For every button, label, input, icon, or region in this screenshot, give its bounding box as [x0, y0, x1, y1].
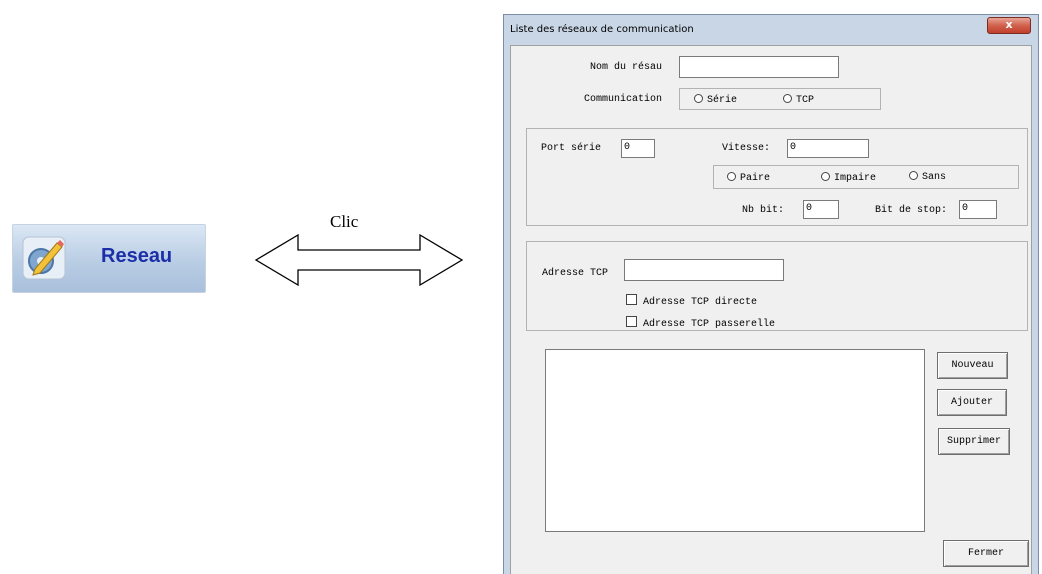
radio-tcp-label: TCP [796, 95, 815, 106]
close-icon: x [1005, 18, 1013, 31]
double-arrow-icon [254, 233, 464, 287]
check-tcp-directe-label: Adresse TCP directe [643, 297, 758, 308]
radio-paire-label: Paire [740, 173, 771, 184]
communication-group: Série TCP [679, 88, 881, 110]
vitesse-label: Vitesse: [722, 143, 771, 154]
tcp-settings-group: Adresse TCP Adresse TCP directe Adresse … [526, 241, 1028, 331]
dialog-client-area: Nom du résau Communication Série TCP Por… [510, 45, 1032, 574]
radio-impaire-label: Impaire [834, 173, 877, 184]
clic-label: Clic [330, 212, 359, 231]
dialog-title: Liste des réseaux de communication [510, 24, 694, 35]
radio-circle-icon [821, 172, 830, 181]
nb-bit-input[interactable]: 0 [803, 200, 839, 219]
parity-group: Paire Impaire Sans [713, 165, 1019, 189]
radio-impaire[interactable]: Impaire [821, 172, 876, 184]
bit-stop-input[interactable]: 0 [959, 200, 997, 219]
pencil-gear-icon [22, 236, 66, 280]
radio-circle-icon [783, 94, 792, 103]
port-serie-input[interactable]: 0 [621, 139, 655, 158]
serial-settings-group: Port série 0 Vitesse: 0 Paire Impaire Sa… [526, 128, 1028, 226]
supprimer-button[interactable]: Supprimer [938, 428, 1010, 455]
ajouter-button[interactable]: Ajouter [937, 389, 1007, 416]
network-listbox[interactable] [545, 349, 925, 532]
port-serie-label: Port série [541, 143, 602, 154]
radio-circle-icon [727, 172, 736, 181]
radio-circle-icon [694, 94, 703, 103]
radio-serie[interactable]: Série [694, 94, 737, 106]
nom-input[interactable] [679, 56, 839, 78]
check-tcp-passerelle[interactable]: Adresse TCP passerelle [626, 316, 775, 330]
reseau-button[interactable]: Reseau [12, 224, 206, 293]
radio-sans-label: Sans [922, 172, 947, 183]
checkbox-icon [626, 316, 637, 327]
fermer-button[interactable]: Fermer [943, 540, 1029, 567]
adresse-tcp-input[interactable] [624, 259, 784, 281]
vitesse-input[interactable]: 0 [787, 139, 869, 158]
close-button[interactable]: x [987, 17, 1031, 34]
radio-circle-icon [909, 171, 918, 180]
nouveau-button[interactable]: Nouveau [937, 352, 1008, 379]
reseau-button-label: Reseau [101, 245, 173, 267]
communication-label: Communication [584, 94, 663, 105]
checkbox-icon [626, 294, 637, 305]
bit-stop-label: Bit de stop: [875, 205, 948, 216]
title-bar: Liste des réseaux de communication x [504, 15, 1038, 45]
check-tcp-directe[interactable]: Adresse TCP directe [626, 294, 757, 308]
nb-bit-label: Nb bit: [742, 205, 785, 216]
check-tcp-passerelle-label: Adresse TCP passerelle [643, 319, 776, 330]
radio-serie-label: Série [707, 95, 738, 106]
radio-tcp[interactable]: TCP [783, 94, 814, 106]
radio-sans[interactable]: Sans [909, 171, 946, 183]
nom-label: Nom du résau [590, 62, 663, 73]
radio-paire[interactable]: Paire [727, 172, 770, 184]
network-list-dialog: Liste des réseaux de communication x Nom… [503, 14, 1039, 574]
adresse-tcp-label: Adresse TCP [542, 268, 609, 279]
